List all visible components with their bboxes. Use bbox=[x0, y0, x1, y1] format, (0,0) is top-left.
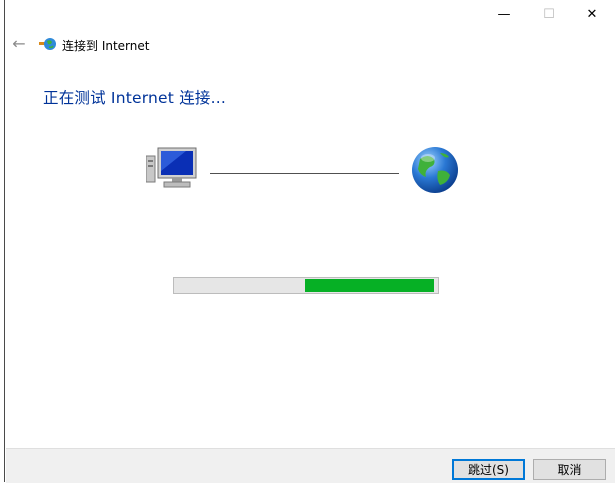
minimize-icon: — bbox=[497, 6, 511, 22]
back-button[interactable]: ← bbox=[10, 35, 28, 53]
network-globe-icon bbox=[39, 38, 56, 50]
skip-button[interactable]: 跳过(S) bbox=[452, 459, 525, 480]
minimize-button[interactable]: — bbox=[481, 0, 527, 28]
cancel-button[interactable]: 取消 bbox=[533, 459, 606, 480]
connection-line bbox=[210, 173, 399, 174]
close-button[interactable]: ✕ bbox=[569, 0, 615, 28]
computer-icon bbox=[146, 147, 197, 188]
window-title: 连接到 Internet bbox=[62, 39, 150, 53]
globe-icon bbox=[412, 147, 458, 193]
page-heading: 正在测试 Internet 连接... bbox=[43, 89, 226, 107]
maximize-icon: ☐ bbox=[543, 6, 555, 22]
close-icon: ✕ bbox=[586, 6, 598, 22]
window-left-edge bbox=[0, 0, 5, 482]
footer-bar: 跳过(S) 取消 bbox=[6, 448, 615, 483]
back-arrow-icon: ← bbox=[12, 34, 26, 53]
progress-bar bbox=[173, 277, 439, 294]
maximize-button: ☐ bbox=[526, 0, 572, 28]
progress-bar-fill bbox=[305, 279, 434, 292]
